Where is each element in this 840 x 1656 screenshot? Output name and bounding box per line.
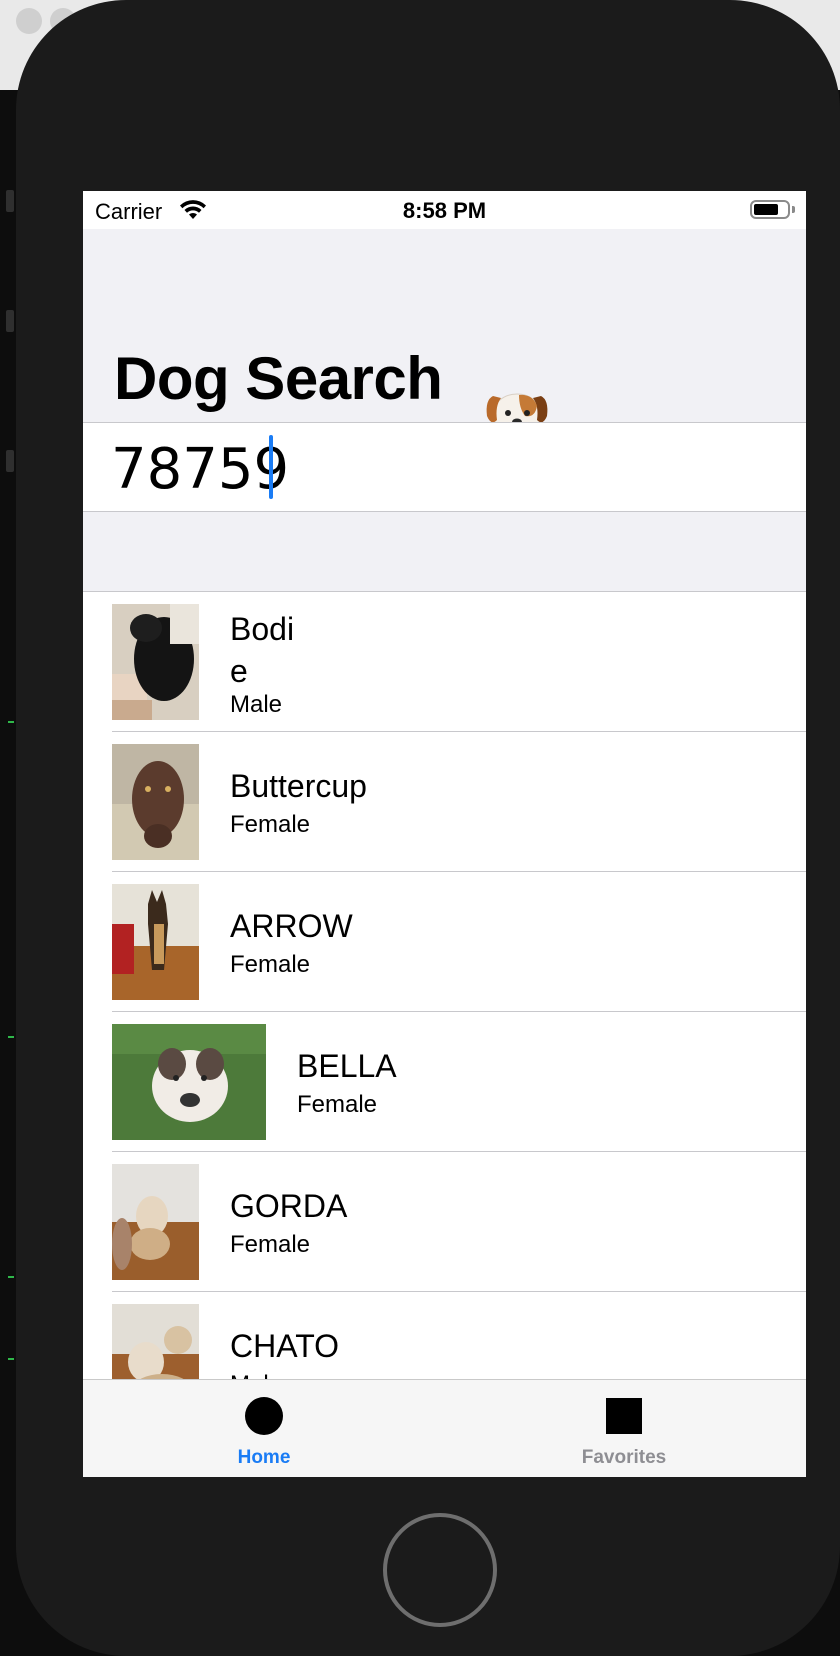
tab-label: Home: [237, 1447, 291, 1468]
dog-name: GORDA: [230, 1188, 348, 1224]
dog-photo: [112, 744, 199, 860]
battery-tip: [792, 206, 795, 213]
dog-name: ARROW: [230, 908, 353, 944]
dog-gender: Male: [230, 691, 283, 718]
dog-name: CHATO: [230, 1328, 340, 1364]
phone-screen: Carrier 8:58 PM Dog Search 78759 Bodi e …: [83, 191, 806, 1477]
list-item[interactable]: CHATO Male: [83, 1292, 806, 1380]
dog-gender: Female: [230, 1231, 311, 1258]
phone-device: Carrier 8:58 PM Dog Search 78759 Bodi e …: [16, 0, 840, 1656]
home-button[interactable]: [383, 1513, 497, 1627]
search-input[interactable]: 78759: [111, 437, 289, 502]
terminal-green-mark: [8, 1036, 14, 1038]
dog-photo: [112, 1304, 199, 1380]
dog-photo: [112, 604, 199, 720]
tab-favorites[interactable]: Favorites: [524, 1380, 724, 1477]
list-item[interactable]: Bodi e Male: [83, 592, 806, 732]
dog-photo: [112, 1024, 266, 1140]
terminal-green-mark: [8, 1276, 14, 1278]
dog-results-list[interactable]: Bodi e Male Buttercup Female ARROW Femal…: [83, 591, 806, 1380]
list-item[interactable]: Buttercup Female: [83, 732, 806, 872]
dog-photo: [112, 1164, 199, 1280]
battery-level: [754, 204, 778, 215]
tab-home[interactable]: Home: [164, 1380, 364, 1477]
dog-name: Bodi e: [230, 611, 295, 689]
list-item[interactable]: BELLA Female: [83, 1012, 806, 1152]
dog-name: Buttercup: [230, 768, 367, 804]
text-cursor: [269, 435, 273, 499]
tab-label: Favorites: [581, 1447, 667, 1468]
tab-bar: Home Favorites: [83, 1379, 806, 1477]
status-time: 8:58 PM: [402, 198, 487, 223]
terminal-green-mark: [8, 1358, 14, 1360]
navigation-bar: Dog Search: [83, 229, 806, 439]
square-icon: [606, 1398, 642, 1434]
search-field-cell[interactable]: 78759: [83, 422, 806, 512]
dog-gender: Female: [297, 1091, 378, 1118]
terminal-text-fragment: [6, 310, 14, 332]
window-close-dot: [16, 8, 42, 34]
terminal-text-fragment: [6, 450, 14, 472]
battery-icon: [750, 200, 790, 219]
page-title: Dog Search: [114, 345, 443, 412]
status-bar: Carrier 8:58 PM: [83, 191, 806, 229]
terminal-green-mark: [8, 721, 14, 723]
dog-gender: Female: [230, 951, 311, 978]
circle-icon: [245, 1397, 283, 1435]
dog-photo: [112, 884, 199, 1000]
terminal-text-fragment: [6, 190, 14, 212]
list-item[interactable]: ARROW Female: [83, 872, 806, 1012]
list-item[interactable]: GORDA Female: [83, 1152, 806, 1292]
dog-gender: Female: [230, 811, 311, 838]
dog-name: BELLA: [297, 1048, 397, 1084]
